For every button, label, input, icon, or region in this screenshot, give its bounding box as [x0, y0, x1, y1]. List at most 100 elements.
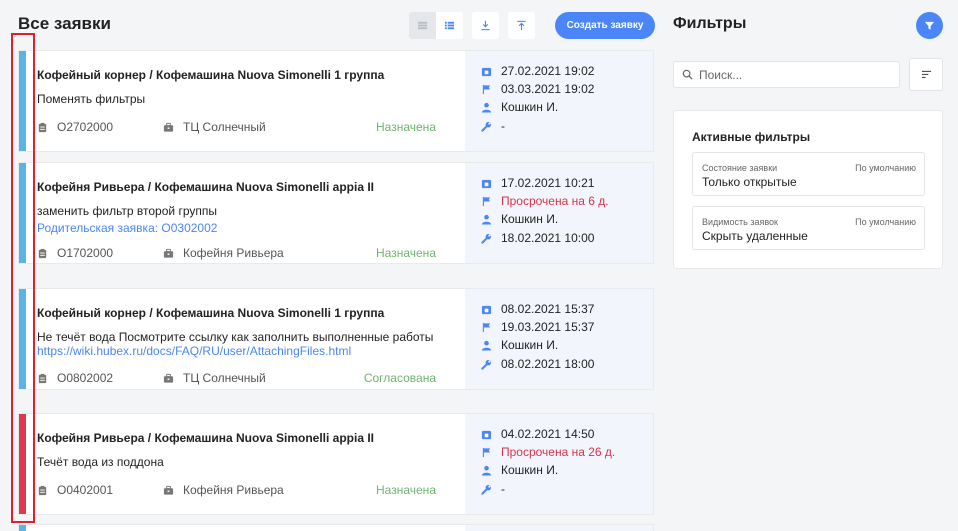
status-stripe: [19, 525, 26, 531]
search-icon: [682, 69, 693, 80]
card-location: ТЦ Солнечный: [163, 120, 266, 134]
request-card[interactable]: Кофейный корнер / Кофемашина Nuova Simon…: [18, 288, 654, 390]
deadline-overdue: Просрочена на 26 д.: [501, 445, 616, 459]
page-title: Все заявки: [18, 14, 111, 33]
funnel-icon: [924, 21, 935, 30]
card-description: Не течёт вода Посмотрите ссылку как запо…: [37, 330, 434, 344]
work-time: 18.02.2021 10:00: [501, 231, 595, 245]
card-details: 27.02.2021 19:02 03.03.2021 19:02 Кошкин…: [465, 51, 653, 151]
deadline-row: Просрочена на 6 д.: [481, 194, 609, 208]
status-badge: Назначена: [376, 246, 436, 260]
search-input[interactable]: [699, 67, 889, 82]
upload-button[interactable]: [508, 12, 535, 39]
work-time: -: [501, 119, 505, 133]
flag-icon: [482, 84, 491, 94]
flag-icon: [482, 447, 491, 457]
card-number-text: O1702000: [57, 246, 114, 260]
deadline-row: Просрочена на 26 д.: [481, 445, 615, 459]
upload-icon: [517, 20, 526, 31]
compact-list-icon: [417, 21, 428, 30]
flag-icon: [482, 322, 491, 332]
deadline-row: 19.03.2021 15:37: [481, 320, 594, 334]
download-button[interactable]: [472, 12, 499, 39]
card-location-text: Кофейня Ривьера: [183, 483, 284, 497]
assignee-name: Кошкин И.: [501, 212, 559, 226]
card-description: Поменять фильтры: [37, 92, 146, 106]
created-date: 27.02.2021 19:02: [501, 64, 595, 78]
card-number: O0802002: [37, 371, 113, 385]
card-location-text: Кофейня Ривьера: [183, 246, 284, 260]
assignee-row: Кошкин И.: [481, 100, 558, 114]
card-number: O2702000: [37, 120, 113, 134]
card-details: 08.02.2021 15:37 19.03.2021 15:37 Кошкин…: [465, 289, 653, 389]
card-number: O1702000: [37, 246, 113, 260]
card-number-text: O0802002: [57, 371, 114, 385]
card-number-text: O2702000: [57, 120, 114, 134]
assignee-row: Кошкин И.: [481, 338, 558, 352]
user-icon: [481, 465, 492, 476]
assignee-row: Кошкин И.: [481, 463, 558, 477]
clipboard-icon: [38, 373, 47, 383]
card-details: 17.02.2021 10:21 Просрочена на 6 д. Кошк…: [465, 163, 653, 263]
wrench-icon: [481, 121, 492, 132]
status-badge: Назначена: [376, 483, 436, 497]
download-icon: [481, 20, 490, 31]
work-time: -: [501, 482, 505, 496]
card-description: заменить фильтр второй группы: [37, 204, 217, 218]
card-details: 04.02.2021 14:50 Просрочена на 26 д. Кош…: [465, 414, 653, 514]
briefcase-icon: [163, 248, 174, 258]
request-card[interactable]: Кофейня Ривьера / Кофемашина Nuova Simon…: [18, 413, 654, 515]
assignee-row: Кошкин И.: [481, 212, 558, 226]
request-card[interactable]: Кофейня Ривьера / Кофемашина Nuova Simon…: [18, 162, 654, 264]
highlight-annotation: [11, 33, 35, 523]
card-location: Кофейня Ривьера: [163, 483, 284, 497]
compact-view-button[interactable]: [409, 12, 436, 39]
card-location: ТЦ Солнечный: [163, 371, 266, 385]
detailed-view-button[interactable]: [436, 12, 463, 39]
clipboard-icon: [38, 122, 47, 132]
deadline-date: 03.03.2021 19:02: [501, 82, 595, 96]
status-badge: Назначена: [376, 120, 436, 134]
request-card[interactable]: Кофейный корнер / Кофемашина Nuova Simon…: [18, 50, 654, 152]
clipboard-icon: [38, 485, 47, 495]
parent-request-link[interactable]: Родительская заявка: O0302002: [37, 221, 217, 235]
user-icon: [481, 214, 492, 225]
filter-default: По умолчанию: [855, 217, 916, 227]
active-filters-title: Активные фильтры: [692, 130, 811, 144]
work-time-row: -: [481, 482, 505, 496]
wrench-icon: [481, 484, 492, 495]
filter-state[interactable]: Состояние заявки По умолчанию Только отк…: [692, 152, 925, 196]
detailed-list-icon: [444, 21, 455, 30]
calendar-icon: [481, 305, 492, 314]
card-details: [465, 525, 653, 531]
filter-visibility[interactable]: Видимость заявок По умолчанию Скрыть уда…: [692, 206, 925, 250]
created-date: 08.02.2021 15:37: [501, 302, 595, 316]
sort-icon: [921, 70, 931, 79]
deadline-overdue: Просрочена на 6 д.: [501, 194, 609, 208]
briefcase-icon: [163, 485, 174, 495]
request-card[interactable]: [18, 524, 654, 531]
active-filters-panel: Активные фильтры Состояние заявки По умо…: [673, 110, 943, 269]
calendar-icon: [481, 67, 492, 76]
clipboard-icon: [38, 248, 47, 258]
card-location-text: ТЦ Солнечный: [183, 371, 266, 385]
filters-title: Фильтры: [673, 15, 747, 32]
created-date: 17.02.2021 10:21: [501, 176, 595, 190]
created-row: 27.02.2021 19:02: [481, 64, 594, 78]
create-request-button[interactable]: Создать заявку: [555, 12, 655, 39]
created-row: 08.02.2021 15:37: [481, 302, 594, 316]
work-time-row: 08.02.2021 18:00: [481, 357, 594, 371]
assignee-name: Кошкин И.: [501, 463, 559, 477]
card-title: Кофейня Ривьера / Кофемашина Nuova Simon…: [37, 180, 375, 194]
work-time-row: 18.02.2021 10:00: [481, 231, 594, 245]
card-description: Течёт вода из поддона: [37, 455, 164, 469]
search-field[interactable]: [673, 61, 900, 88]
filter-button[interactable]: [916, 12, 943, 39]
briefcase-icon: [163, 373, 174, 383]
wiki-link[interactable]: https://wiki.hubex.ru/docs/FAQ/RU/user/A…: [37, 344, 351, 358]
status-badge: Согласована: [363, 371, 436, 385]
sort-button[interactable]: [909, 58, 943, 91]
created-row: 04.02.2021 14:50: [481, 427, 594, 441]
wrench-icon: [481, 359, 492, 370]
card-title: Кофейный корнер / Кофемашина Nuova Simon…: [37, 68, 385, 82]
